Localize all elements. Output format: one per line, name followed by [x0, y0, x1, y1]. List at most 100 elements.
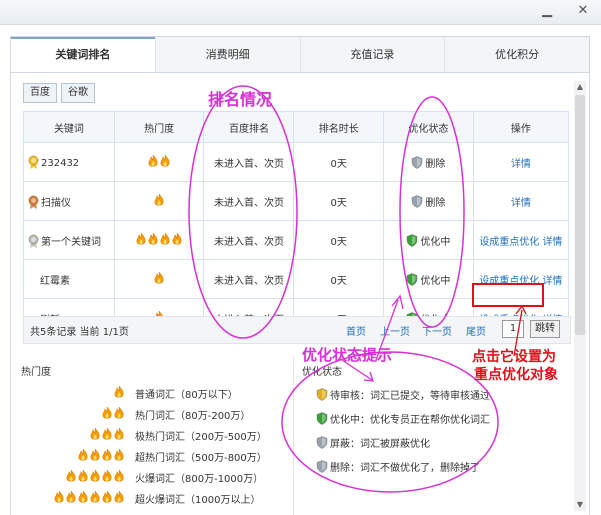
first-page-link[interactable]: 首页 — [346, 323, 366, 338]
tab-recharge-record[interactable]: 充值记录 — [301, 37, 446, 73]
pagination-bar: 共5条记录 当前 1/1页 首页 上一页 下一页 尾页 1 跳转 — [23, 316, 571, 344]
close-icon[interactable]: ✕ — [572, 2, 594, 20]
detail-link[interactable]: 详情 — [542, 237, 562, 248]
heat-legend-flames — [89, 427, 125, 443]
minimize-icon[interactable]: ▁ — [536, 2, 558, 20]
flame-icon — [65, 490, 77, 504]
gold-medal-icon — [28, 155, 39, 169]
flame-icon — [77, 490, 89, 504]
status-legend-title: 优化状态 — [302, 367, 342, 378]
flame-icon — [113, 490, 125, 504]
heat-legend-flames — [65, 469, 125, 485]
flame-icon — [113, 469, 125, 483]
heat-legend-flames — [113, 385, 125, 401]
status-cell: 删除 — [382, 142, 474, 182]
keyword-table: 关键词 热门度 百度排名 排名时长 优化状态 操作 232432 未进入首、次页 0… — [23, 111, 570, 338]
status-legend-row: 屏蔽：词汇被屏蔽优化 — [316, 435, 430, 453]
column-header: 优化状态 — [382, 111, 474, 143]
status-shield-icon — [316, 436, 328, 449]
status-cell: 删除 — [382, 181, 474, 221]
detail-link[interactable]: 详情 — [511, 159, 531, 170]
status-legend-label: 删除：词汇不做优化了，删除掉了 — [330, 463, 480, 474]
silver-medal-icon — [28, 234, 39, 248]
rank-cell: 未进入首、次页 — [203, 220, 295, 260]
heat-legend-flames — [101, 406, 125, 422]
heat-legend-flames — [53, 490, 125, 506]
column-header: 排名时长 — [293, 111, 384, 143]
scroll-down-icon[interactable]: ▼ — [574, 499, 586, 511]
go-button[interactable]: 跳转 — [530, 320, 560, 338]
record-summary: 共5条记录 当前 1/1页 — [30, 327, 129, 338]
heat-cell — [113, 259, 205, 299]
action-cell: 详情 — [472, 181, 570, 221]
column-header: 操作 — [472, 111, 570, 143]
scroll-up-icon[interactable]: ▲ — [574, 81, 586, 93]
flame-icon — [53, 490, 65, 504]
heat-legend-label: 超火爆词汇（1000万以上） — [135, 495, 261, 506]
column-header: 关键词 — [23, 111, 115, 143]
table-row: 扫描仪 未进入首、次页 0天 删除 详情 — [23, 181, 570, 221]
action-cell: 详情 — [472, 142, 570, 182]
flame-icon — [113, 427, 125, 441]
detail-link[interactable]: 详情 — [511, 198, 531, 209]
annotation-status-tip: 优化状态提示 — [302, 346, 393, 364]
keyword-cell: 第一个关键词 — [23, 220, 115, 260]
tab-consumption-detail[interactable]: 消费明细 — [156, 37, 301, 73]
scrollbar-thumb[interactable] — [575, 95, 585, 335]
rank-cell: 未进入首、次页 — [203, 259, 295, 299]
duration-cell: 0天 — [293, 259, 384, 299]
duration-cell: 0天 — [293, 220, 384, 260]
set-key-optimization-link[interactable]: 设成重点优化 — [479, 276, 539, 287]
keyword-text: 红霉素 — [40, 275, 70, 287]
heat-legend-label: 极热门词汇（200万-500万） — [135, 432, 267, 443]
heat-legend-label: 热门词汇（80万-200万） — [135, 411, 251, 422]
detail-link[interactable]: 详情 — [542, 276, 562, 287]
flame-icon — [159, 154, 171, 168]
heat-cell — [113, 142, 205, 182]
status-shield-icon — [316, 388, 328, 401]
flame-icon — [171, 232, 183, 246]
flame-icon — [101, 469, 113, 483]
engine-baidu-button[interactable]: 百度 — [23, 83, 57, 103]
heat-legend-label: 普通词汇（80万以下） — [135, 390, 238, 401]
annotation-click-line1: 点击它设置为 — [472, 349, 556, 365]
next-page-link[interactable]: 下一页 — [422, 323, 452, 338]
action-cell: 设成重点优化 详情 — [472, 220, 570, 260]
heat-legend-row: 极热门词汇（200万-500万） — [13, 425, 281, 445]
last-page-link[interactable]: 尾页 — [466, 323, 486, 338]
tab-keyword-ranking[interactable]: 关键词排名 — [11, 37, 156, 73]
flame-icon — [89, 469, 101, 483]
status-shield-icon — [316, 412, 328, 425]
prev-page-link[interactable]: 上一页 — [380, 323, 410, 338]
bronze-medal-icon — [28, 195, 39, 209]
page-number-input[interactable]: 1 — [502, 320, 524, 338]
heat-legend-label: 超热门词汇（500万-800万） — [135, 453, 267, 464]
status-cell: 优化中 — [382, 259, 474, 299]
tab-optimization-points[interactable]: 优化积分 — [445, 37, 589, 73]
flame-icon — [89, 427, 101, 441]
flame-icon — [113, 406, 125, 420]
status-text: 优化中 — [420, 236, 451, 248]
flame-icon — [101, 427, 113, 441]
column-header: 百度排名 — [203, 111, 295, 143]
heat-legend-row: 超火爆词汇（1000万以上） — [13, 488, 281, 508]
status-legend-row: 待审核：词汇已提交，等待审核通过 — [316, 387, 490, 405]
annotation-click-line2: 重点优化对象 — [474, 367, 558, 383]
flame-icon — [65, 469, 77, 483]
status-cell: 优化中 — [382, 220, 474, 260]
action-cell: 设成重点优化 详情 — [472, 259, 570, 299]
heat-legend-title: 热门度 — [21, 367, 51, 378]
set-key-optimization-link[interactable]: 设成重点优化 — [479, 237, 539, 248]
keyword-text: 扫描仪 — [41, 197, 71, 209]
keyword-cell: 红霉素 — [23, 259, 115, 299]
heat-cell — [113, 220, 205, 260]
flame-icon — [153, 271, 165, 285]
flame-icon — [101, 490, 113, 504]
flame-icon — [101, 406, 113, 420]
engine-google-button[interactable]: 谷歌 — [61, 83, 95, 103]
flame-icon — [113, 385, 125, 399]
status-shield-icon — [406, 272, 418, 286]
vertical-scrollbar[interactable]: ▲ ▼ — [574, 81, 586, 511]
column-header: 热门度 — [113, 111, 205, 143]
status-legend-label: 待审核：词汇已提交，等待审核通过 — [330, 391, 490, 402]
